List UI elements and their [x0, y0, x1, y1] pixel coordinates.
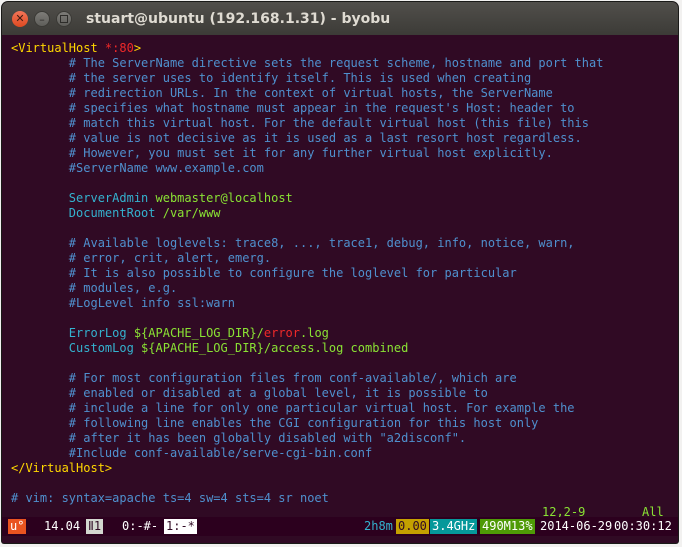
terminal-window: ✕ – stuart@ubuntu (192.168.1.31) - byobu… — [2, 2, 678, 543]
byobu-status-bar: u° 14.04 Ⅱ1 0:-#- 1:-* 2h8m 0.00 3.4GHz … — [2, 517, 678, 536]
code-token: # However, you must set it for any furth… — [11, 146, 553, 160]
code-token: error — [263, 326, 300, 340]
code-line: # However, you must set it for any furth… — [11, 146, 553, 161]
time-display: 00:30:12 — [614, 519, 672, 533]
code-line: # specifies what hostname must appear in… — [11, 101, 575, 116]
maximize-button[interactable] — [56, 11, 72, 27]
code-token: ServerAdmin — [11, 191, 156, 205]
code-token: /var/www — [162, 206, 221, 220]
code-line: # following line enables the CGI configu… — [11, 416, 539, 431]
memory-usage: 490M13% — [480, 519, 535, 534]
code-token: > — [133, 41, 142, 55]
code-line: # include a line for only one particular… — [11, 401, 575, 416]
code-line: #Include conf-available/serve-cgi-bin.co… — [11, 446, 372, 461]
window-tab-0[interactable]: 0:-#- — [120, 519, 160, 534]
code-token: ${APACHE_LOG_DIR}/access.log combined — [141, 341, 409, 355]
code-line: <VirtualHost *:80> — [11, 41, 141, 56]
code-line: DocumentRoot /var/www — [11, 206, 221, 221]
code-line: #LogLevel info ssl:warn — [11, 296, 235, 311]
code-line: # the server uses to identify itself. Th… — [11, 71, 531, 86]
code-line: # match this virtual host. For the defau… — [11, 116, 589, 131]
code-line: ErrorLog ${APACHE_LOG_DIR}/error.log — [11, 326, 329, 341]
code-token: # It is also possible to configure the l… — [11, 266, 517, 280]
code-line: #ServerName www.example.com — [11, 161, 264, 176]
release-version: 14.04 — [44, 519, 81, 533]
minimize-button[interactable]: – — [34, 11, 50, 27]
code-token: #LogLevel info ssl:warn — [11, 296, 235, 310]
window-title: stuart@ubuntu (192.168.1.31) - byobu — [86, 11, 391, 27]
tmux-session-icon: Ⅱ1 — [86, 519, 104, 534]
code-line: # Available loglevels: trace8, ..., trac… — [11, 236, 575, 251]
window-tab-1-active[interactable]: 1:-* — [164, 519, 197, 534]
code-token: #Include conf-available/serve-cgi-bin.co… — [11, 446, 373, 460]
code-line: # error, crit, alert, emerg. — [11, 251, 271, 266]
code-token: <VirtualHost — [11, 41, 105, 55]
code-token: # the server uses to identify itself. Th… — [11, 71, 532, 85]
code-token: # redirection URLs. In the context of vi… — [11, 86, 553, 100]
code-line: </VirtualHost> — [11, 461, 112, 476]
code-line: # value is not decisive as it is used as… — [11, 131, 582, 146]
code-token: DocumentRoot — [11, 206, 163, 220]
date-display: 2014-06-29 — [540, 519, 613, 533]
code-token: # error, crit, alert, emerg. — [11, 251, 272, 265]
session-count: 1 — [93, 519, 102, 533]
code-token: # vim: syntax=apache ts=4 sw=4 sts=4 sr … — [11, 491, 329, 505]
code-token: # include a line for only one particular… — [11, 401, 575, 415]
code-token: # specifies what hostname must appear in… — [11, 101, 575, 115]
code-line: # modules, e.g. — [11, 281, 177, 296]
uptime-indicator: 2h8m — [362, 519, 395, 534]
code-line: ServerAdmin webmaster@localhost — [11, 191, 293, 206]
code-line: # For most configuration files from conf… — [11, 371, 517, 386]
code-token: # following line enables the CGI configu… — [11, 416, 539, 430]
code-token: .log — [300, 326, 329, 340]
code-token: # The ServerName directive sets the requ… — [11, 56, 604, 70]
code-line: # vim: syntax=apache ts=4 sw=4 sts=4 sr … — [11, 491, 329, 506]
maximize-icon — [60, 15, 68, 23]
code-line: # after it has been globally disabled wi… — [11, 431, 466, 446]
ubuntu-logo: u° — [8, 519, 27, 534]
code-token: # modules, e.g. — [11, 281, 178, 295]
code-token: ${APACHE_LOG_DIR}/ — [133, 326, 264, 340]
terminal-area[interactable]: <VirtualHost *:80> # The ServerName dire… — [2, 35, 678, 543]
code-token: # after it has been globally disabled wi… — [11, 431, 467, 445]
code-token: CustomLog — [11, 341, 142, 355]
code-line: CustomLog ${APACHE_LOG_DIR}/access.log c… — [11, 341, 409, 356]
cpu-frequency: 3.4GHz — [430, 519, 478, 534]
code-token: # value is not decisive as it is used as… — [11, 131, 582, 145]
code-token: *:80 — [104, 41, 134, 55]
code-line: # enabled or disabled at a global level,… — [11, 386, 488, 401]
code-token: #ServerName www.example.com — [11, 161, 264, 175]
title-bar[interactable]: ✕ – stuart@ubuntu (192.168.1.31) - byobu — [2, 2, 678, 35]
code-token: # match this virtual host. For the defau… — [11, 116, 589, 130]
code-token: # Available loglevels: trace8, ..., trac… — [11, 236, 575, 250]
code-line: # The ServerName directive sets the requ… — [11, 56, 604, 71]
code-line: # redirection URLs. In the context of vi… — [11, 86, 553, 101]
code-line: # It is also possible to configure the l… — [11, 266, 517, 281]
code-token: # enabled or disabled at a global level,… — [11, 386, 488, 400]
close-button[interactable]: ✕ — [12, 11, 28, 27]
load-average: 0.00 — [396, 519, 429, 534]
code-token: # For most configuration files from conf… — [11, 371, 517, 385]
code-token: webmaster@localhost — [155, 191, 293, 205]
code-token: </VirtualHost> — [11, 461, 113, 475]
code-token: ErrorLog — [11, 326, 134, 340]
